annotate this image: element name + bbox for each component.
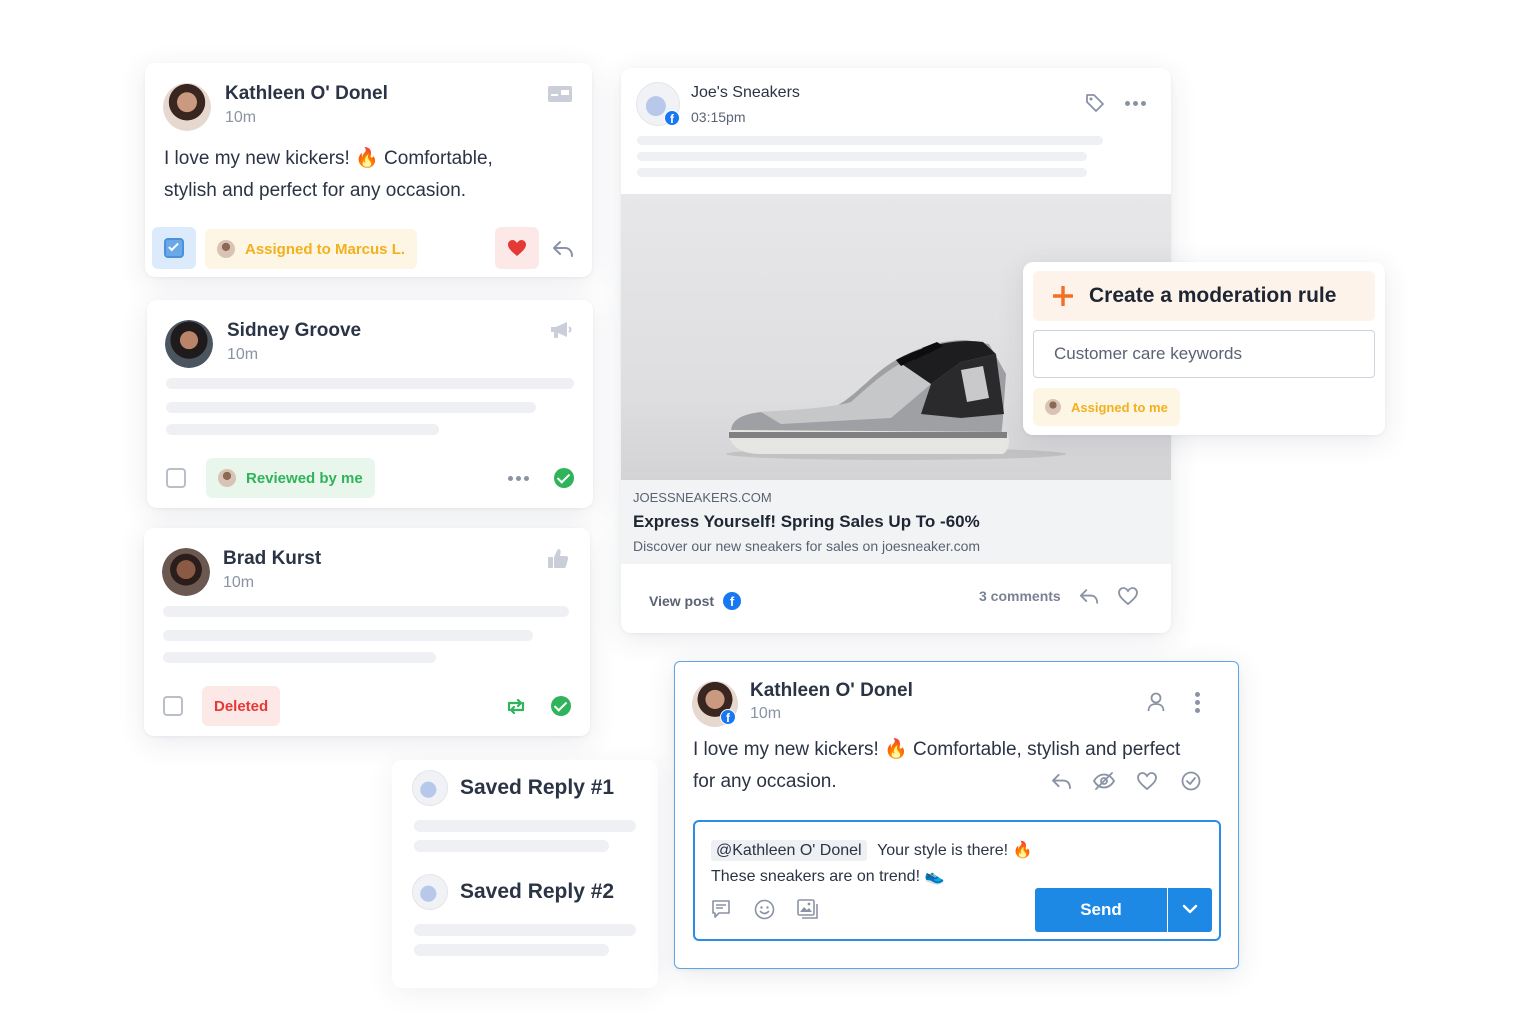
create-rule-button[interactable]: Create a moderation rule [1033,271,1375,321]
message-time: 10m [223,574,255,591]
moderation-rule-card: Create a moderation rule Customer care k… [1023,262,1385,435]
select-checkbox[interactable] [166,468,186,488]
select-checkbox[interactable] [163,696,183,716]
message-card-sidney[interactable]: Sidney Groove 10m Reviewed by me [147,300,593,508]
avatar [162,548,210,596]
check-circle-icon[interactable] [1181,771,1201,791]
like-button[interactable] [495,227,539,269]
id-card-icon [548,86,572,102]
message-card-brad[interactable]: Brad Kurst 10m Deleted [144,528,590,736]
link-title: Express Yourself! Spring Sales Up To -60… [633,512,980,531]
skeleton-line [637,136,1103,145]
chevron-down-icon [1182,904,1198,914]
thumbs-up-icon [548,549,569,568]
image-icon[interactable] [797,899,819,920]
tag-icon[interactable] [1085,93,1105,113]
avatar: f [692,681,738,727]
skeleton-line [414,924,636,936]
facebook-icon: f [664,110,680,126]
kebab-icon[interactable] [1195,692,1200,713]
saved-replies-icon[interactable] [711,900,731,918]
send-button[interactable]: Send [1035,888,1167,932]
checkbox-checked-icon [164,238,184,258]
sneaker-image [726,340,1066,460]
send-options-button[interactable] [1168,888,1212,932]
reviewer-avatar [218,469,236,487]
facebook-icon: f [720,709,736,725]
skeleton-line [637,168,1087,177]
page-name: Joe's Sneakers [691,84,800,101]
check-circle-icon[interactable] [551,696,571,716]
author-name: Kathleen O' Donel [750,680,913,701]
skeleton-line [163,630,533,641]
comment-card: f Kathleen O' Donel 10m I love my new ki… [674,661,1239,969]
page-avatar: f [636,82,680,126]
avatar [165,320,213,368]
skeleton-line [414,840,609,852]
select-checkbox[interactable] [152,227,196,269]
link-description: Discover our new sneakers for sales on j… [633,538,981,554]
skeleton-line [163,652,436,663]
heart-icon[interactable] [1118,587,1138,605]
message-text: I love my new kickers! 🔥 Comfortable, st… [164,148,493,201]
skeleton-line [414,944,609,956]
saved-reply-avatar [412,770,448,806]
skeleton-line [637,152,1087,161]
saved-reply-item[interactable]: Saved Reply #2 [412,874,652,914]
author-name: Kathleen O' Donel [225,83,388,104]
message-card-kathleen[interactable]: Kathleen O' Donel 10m I love my new kick… [145,63,592,277]
reply-icon[interactable] [1079,588,1099,605]
facebook-icon: f [723,592,742,610]
skeleton-line [166,402,536,413]
more-icon[interactable] [1125,101,1146,106]
hide-icon[interactable] [1093,772,1115,790]
comments-count[interactable]: 3 comments [979,588,1061,604]
saved-replies-panel: Saved Reply #1 Saved Reply #2 [392,760,658,988]
megaphone-icon [551,322,572,338]
plus-icon [1053,286,1073,306]
more-icon[interactable] [508,476,529,481]
avatar [163,83,211,131]
reply-icon[interactable] [552,240,574,258]
saved-reply-avatar [412,874,448,910]
heart-icon[interactable] [1137,772,1157,790]
emoji-icon[interactable] [754,899,775,920]
assigned-badge[interactable]: Assigned to Marcus L. [205,229,418,269]
user-icon[interactable] [1147,692,1165,712]
assignee-avatar [217,240,235,258]
message-time: 10m [227,346,259,363]
check-circle-icon[interactable] [554,468,574,488]
heart-icon [508,240,526,256]
skeleton-line [166,424,439,435]
link-preview[interactable]: JOESSNEAKERS.COM Express Yourself! Sprin… [621,480,1171,564]
skeleton-line [166,378,574,389]
comment-time: 10m [750,705,782,722]
skeleton-line [414,820,636,832]
assignee-avatar [1045,399,1061,415]
author-name: Sidney Groove [227,320,362,341]
reviewed-badge[interactable]: Reviewed by me [206,458,375,498]
link-domain: JOESSNEAKERS.COM [633,490,772,505]
saved-reply-item[interactable]: Saved Reply #1 [412,770,652,810]
message-time: 10m [225,109,257,126]
author-name: Brad Kurst [223,548,322,569]
deleted-badge[interactable]: Deleted [202,686,281,726]
post-time: 03:15pm [691,109,746,125]
keywords-input[interactable]: Customer care keywords [1033,330,1375,378]
skeleton-line [163,606,569,617]
reply-text[interactable]: @Kathleen O' Donel Your style is there! … [711,838,1032,890]
reply-icon[interactable] [1051,773,1072,790]
retweet-icon[interactable] [505,698,527,715]
view-post-link[interactable]: View post f [649,592,742,610]
assigned-badge[interactable]: Assigned to me [1033,388,1180,426]
mention-tag: @Kathleen O' Donel [711,840,867,861]
reply-box[interactable]: @Kathleen O' Donel Your style is there! … [693,820,1221,941]
